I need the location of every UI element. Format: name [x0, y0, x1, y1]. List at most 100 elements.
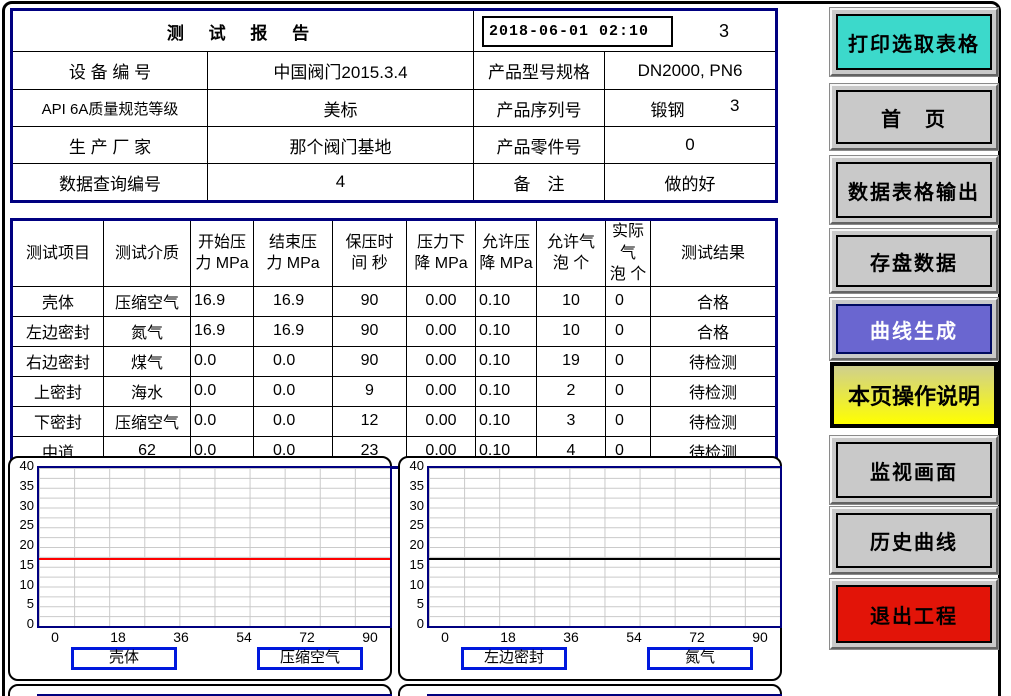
- y-tick-label: 30: [401, 499, 424, 513]
- test-table-cell: 16.9: [254, 286, 333, 316]
- test-table-cell: 海水: [104, 376, 191, 406]
- test-medium-tag[interactable]: 氮气: [647, 647, 753, 670]
- info-label-cell: 数据查询编号: [12, 164, 208, 202]
- page-help-button[interactable]: 本页操作说明: [830, 362, 998, 428]
- info-value-text: 锻钢: [605, 96, 730, 121]
- test-item-tag[interactable]: 壳体: [71, 647, 177, 670]
- y-tick-label: 25: [11, 518, 34, 532]
- y-tick-label: 0: [11, 617, 34, 631]
- trend-chart-partial-right: [398, 684, 782, 696]
- plot-area: [427, 466, 782, 628]
- info-row: API 6A质量规范等级美标产品序列号锻钢3: [12, 90, 777, 127]
- x-tick-label: 18: [491, 629, 525, 645]
- y-tick-label: 40: [11, 459, 34, 473]
- y-tick-label: 5: [11, 597, 34, 611]
- x-tick-label: 72: [680, 629, 714, 645]
- info-value-cell: DN2000, PN6: [605, 52, 777, 90]
- test-table-cell: 12: [333, 406, 407, 436]
- test-table-cell: 90: [333, 316, 407, 346]
- test-table-cell: 上密封: [12, 376, 104, 406]
- datetime-field[interactable]: 2018-06-01 02:10: [482, 16, 673, 47]
- test-table-cell: 压缩空气: [104, 286, 191, 316]
- test-table-cell: 合格: [651, 286, 777, 316]
- y-tick-label: 40: [401, 459, 424, 473]
- test-table-cell: 壳体: [12, 286, 104, 316]
- test-table-cell: 0: [606, 406, 651, 436]
- test-table-row: 右边密封煤气0.00.0900.000.10190待检测: [12, 346, 777, 376]
- test-table-cell: 0.00: [407, 376, 476, 406]
- x-tick-label: 72: [290, 629, 324, 645]
- info-value-cell: 美标: [208, 90, 474, 127]
- y-tick-label: 5: [401, 597, 424, 611]
- info-value-cell: 0: [605, 127, 777, 164]
- test-table-cell: 90: [333, 286, 407, 316]
- test-table-cell: 0: [606, 346, 651, 376]
- info-value-cell: 中国阀门2015.3.4: [208, 52, 474, 90]
- test-column-header: 开始压力 MPa: [191, 220, 254, 287]
- button-label: 历史曲线: [836, 513, 992, 568]
- button-label: 退出工程: [836, 585, 992, 643]
- info-row: 生 产 厂 家那个阀门基地产品零件号0: [12, 127, 777, 164]
- test-table-cell: 2: [537, 376, 606, 406]
- report-copies-value: 3: [673, 21, 775, 42]
- test-column-header: 测试介质: [104, 220, 191, 287]
- button-label: 打印选取表格: [836, 14, 992, 70]
- test-table-cell: 煤气: [104, 346, 191, 376]
- test-table-cell: 0: [606, 316, 651, 346]
- hmi-screen: 测 试 报 告 2018-06-01 02:10 3 设 备 编 号中国阀门20…: [0, 0, 1011, 696]
- info-label-cell: 产品序列号: [474, 90, 605, 127]
- test-table-row: 上密封海水0.00.090.000.1020待检测: [12, 376, 777, 406]
- test-table-cell: 0.0: [191, 346, 254, 376]
- x-tick-label: 36: [554, 629, 588, 645]
- test-table-cell: 0: [606, 286, 651, 316]
- monitor-screen-button[interactable]: 监视画面: [830, 436, 998, 504]
- test-table-cell: 0: [606, 376, 651, 406]
- info-row: 设 备 编 号中国阀门2015.3.4产品型号规格DN2000, PN6: [12, 52, 777, 90]
- print-select-table-button[interactable]: 打印选取表格: [830, 8, 998, 76]
- info-label-cell: 生 产 厂 家: [12, 127, 208, 164]
- x-tick-label: 54: [227, 629, 261, 645]
- y-tick-label: 10: [11, 578, 34, 592]
- info-value-cell: 做的好: [605, 164, 777, 202]
- info-label-cell: 产品零件号: [474, 127, 605, 164]
- test-table-cell: 待检测: [651, 346, 777, 376]
- x-tick-label: 90: [353, 629, 387, 645]
- test-table-cell: 19: [537, 346, 606, 376]
- home-button[interactable]: 首 页: [830, 84, 998, 150]
- x-tick-label: 18: [101, 629, 135, 645]
- data-table-export-button[interactable]: 数据表格输出: [830, 156, 998, 224]
- test-table-cell: 待检测: [651, 406, 777, 436]
- test-table-cell: 90: [333, 346, 407, 376]
- info-pair-value: 锻钢3: [605, 96, 775, 121]
- test-table-cell: 合格: [651, 316, 777, 346]
- test-table-cell: 压缩空气: [104, 406, 191, 436]
- save-data-button[interactable]: 存盘数据: [830, 229, 998, 293]
- test-table-cell: 左边密封: [12, 316, 104, 346]
- test-table-cell: 0.10: [476, 316, 537, 346]
- test-table-cell: 0.0: [254, 346, 333, 376]
- test-column-header: 测试项目: [12, 220, 104, 287]
- test-column-header: 允许气泡 个: [537, 220, 606, 287]
- test-item-tag[interactable]: 左边密封: [461, 647, 567, 670]
- info-value-number: 3: [730, 96, 775, 121]
- x-tick-label: 90: [743, 629, 777, 645]
- test-table-cell: 9: [333, 376, 407, 406]
- y-tick-label: 35: [401, 479, 424, 493]
- test-table-row: 左边密封氮气16.916.9900.000.10100合格: [12, 316, 777, 346]
- test-table-cell: 0.0: [254, 406, 333, 436]
- button-label: 存盘数据: [836, 235, 992, 287]
- test-table-cell: 0.10: [476, 286, 537, 316]
- history-curve-button[interactable]: 历史曲线: [830, 507, 998, 574]
- test-table-cell: 0.00: [407, 316, 476, 346]
- curve-generate-button[interactable]: 曲线生成: [830, 298, 998, 360]
- trend-chart-partial-left: [8, 684, 392, 696]
- exit-project-button[interactable]: 退出工程: [830, 579, 998, 649]
- y-tick-label: 20: [11, 538, 34, 552]
- y-tick-label: 30: [11, 499, 34, 513]
- test-table-cell: 16.9: [191, 316, 254, 346]
- test-medium-tag[interactable]: 压缩空气: [257, 647, 363, 670]
- button-label: 数据表格输出: [836, 162, 992, 218]
- info-label-cell: 设 备 编 号: [12, 52, 208, 90]
- button-label: 曲线生成: [836, 304, 992, 354]
- button-label: 本页操作说明: [834, 366, 994, 424]
